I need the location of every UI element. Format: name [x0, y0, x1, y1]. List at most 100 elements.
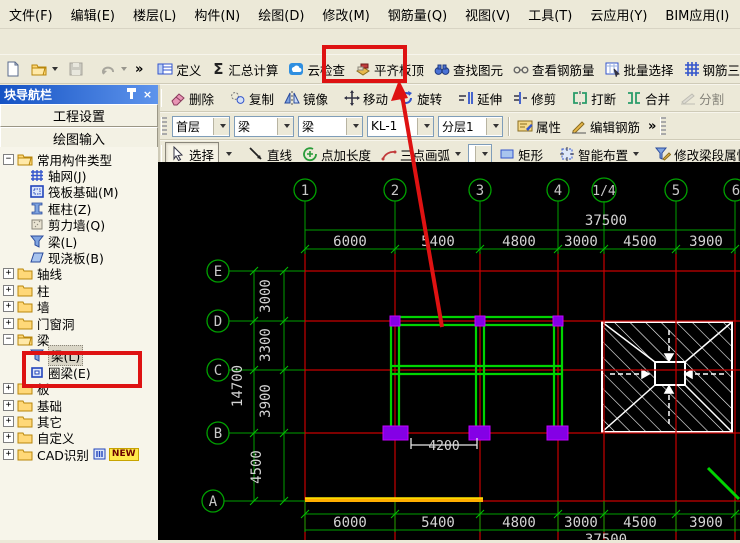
split-button[interactable]: 分割: [675, 86, 729, 111]
subcategory-select[interactable]: 梁: [298, 115, 363, 137]
toolbar-overflow-button[interactable]: »: [645, 119, 659, 134]
view-rebar-button[interactable]: 查看钢筋量: [508, 57, 600, 82]
menu-item-floor[interactable]: 楼层(L): [124, 2, 185, 26]
project-settings-button[interactable]: 工程设置: [0, 104, 158, 127]
menu-item-file[interactable]: 文件(F): [0, 2, 62, 26]
open-file-button[interactable]: [26, 58, 63, 80]
tree-item-openings[interactable]: 门窗洞: [0, 315, 158, 332]
tree-item-column[interactable]: 柱: [0, 282, 158, 299]
expand-icon[interactable]: [3, 317, 14, 329]
menu-item-element[interactable]: 构件(N): [185, 2, 249, 26]
trim-button[interactable]: 修剪: [507, 86, 561, 111]
element-name-select[interactable]: KL-1: [367, 115, 434, 137]
expand-icon[interactable]: [3, 448, 14, 460]
expand-icon[interactable]: [3, 284, 14, 296]
svg-text:5400: 5400: [421, 234, 455, 250]
rotate-button[interactable]: 旋转: [393, 86, 447, 111]
tree-item-axis-grid[interactable]: 轴网(J): [0, 167, 158, 184]
sum-calc-button[interactable]: Σ 汇总计算: [206, 57, 283, 82]
break-button[interactable]: 打断: [567, 86, 621, 111]
expand-icon[interactable]: [3, 301, 14, 313]
new-file-button[interactable]: [0, 58, 26, 80]
toolbar-overflow-button[interactable]: »: [132, 62, 146, 77]
menu-item-view[interactable]: 视图(V): [456, 2, 519, 26]
find-element-button[interactable]: 查找图元: [429, 57, 508, 82]
batch-select-button[interactable]: 批量选择: [600, 57, 679, 82]
tree-item-wall[interactable]: 墙: [0, 299, 158, 315]
drawing-canvas[interactable]: 1 2 3 4 1/4 5 6 E D C B A 37500 6000 5400 480…: [158, 162, 740, 543]
svg-text:37500: 37500: [585, 213, 627, 229]
extend-icon: [459, 92, 473, 104]
tree-item-beam-selected[interactable]: 梁(L): [0, 345, 158, 367]
expand-icon[interactable]: [3, 268, 14, 280]
diagonal-beam[interactable]: [706, 466, 740, 501]
menu-item-tools[interactable]: 工具(T): [519, 2, 581, 26]
collapse-icon[interactable]: [3, 333, 14, 345]
collapse-icon[interactable]: [3, 153, 14, 165]
toolbar-drag-handle[interactable]: [161, 89, 162, 107]
properties-button[interactable]: 属性: [512, 114, 566, 139]
tree-item-other[interactable]: 其它: [0, 413, 158, 430]
category-select[interactable]: 梁: [234, 115, 294, 137]
cloud-check-button[interactable]: 云检查: [283, 57, 350, 82]
close-icon[interactable]: ×: [141, 88, 154, 101]
beam-lines[interactable]: [389, 315, 564, 428]
define-button[interactable]: 定义: [152, 57, 206, 82]
tree-item-frame-column[interactable]: 框柱(Z): [0, 200, 158, 217]
chevron-down-icon[interactable]: [277, 117, 293, 135]
menu-item-cloud[interactable]: 云应用(Y): [581, 2, 656, 26]
toolbar-drag-handle[interactable]: [660, 117, 667, 135]
layer-select[interactable]: 分层1: [438, 115, 503, 137]
arc-icon: [381, 150, 397, 161]
extend-button[interactable]: 延伸: [453, 86, 507, 111]
menu-item-rebar[interactable]: 钢筋量(Q): [379, 2, 456, 26]
edit-toolbar: 删除 复制 镜像 移动 旋转 延伸 修剪 打断 合并 分割 对: [160, 84, 740, 112]
tree-item-beam[interactable]: 梁(L): [0, 233, 158, 250]
copy-button[interactable]: 复制: [225, 86, 279, 111]
expand-icon[interactable]: [3, 399, 14, 411]
mirror-button[interactable]: 镜像: [279, 86, 333, 111]
pin-icon[interactable]: [125, 87, 138, 101]
expand-icon[interactable]: [3, 383, 14, 395]
chevron-down-icon[interactable]: [213, 117, 229, 135]
save-button[interactable]: [63, 58, 89, 80]
tree-item-ring-beam[interactable]: 圈梁(E): [0, 364, 158, 381]
tree-item-slab[interactable]: 板: [0, 380, 158, 397]
tree-item-raft-foundation[interactable]: 筏板基础(M): [0, 184, 158, 200]
toolbar-drag-handle[interactable]: [161, 117, 167, 135]
toolbar-drag-handle[interactable]: [161, 145, 162, 163]
select-dropdown-button[interactable]: [219, 149, 237, 159]
floor-select[interactable]: 首层: [172, 115, 230, 137]
menu-item-edit[interactable]: 编辑(E): [62, 2, 124, 26]
expand-icon[interactable]: [3, 432, 14, 444]
menu-item-draw[interactable]: 绘图(D): [249, 2, 313, 26]
align-button[interactable]: 对: [735, 86, 740, 111]
panel-title-bar[interactable]: 块导航栏 ×: [0, 85, 158, 104]
menu-item-modify[interactable]: 修改(M): [313, 2, 378, 26]
move-button[interactable]: 移动: [339, 86, 393, 111]
chevron-down-icon[interactable]: [486, 117, 502, 135]
delete-button[interactable]: 删除: [165, 86, 219, 111]
cad-drawing: 1 2 3 4 1/4 5 6 E D C B A 37500 6000 5400 480…: [201, 177, 740, 543]
tree-item-foundation[interactable]: 基础: [0, 397, 158, 414]
tree-item-cast-slab[interactable]: 现浇板(B): [0, 249, 158, 266]
merge-button[interactable]: 合并: [621, 86, 675, 111]
menu-item-bim[interactable]: BIM应用(I): [656, 2, 738, 26]
chevron-down-icon[interactable]: [475, 145, 492, 163]
edit-rebar-button[interactable]: 编辑钢筋: [566, 114, 645, 139]
align-slab-top-button[interactable]: 平齐板顶: [350, 57, 429, 82]
folder-icon: [17, 317, 33, 330]
yellow-beam[interactable]: [305, 497, 483, 502]
chevron-down-icon[interactable]: [346, 117, 362, 135]
batch-select-icon: [605, 62, 620, 77]
undo-button[interactable]: [95, 58, 132, 80]
rebar-3d-button[interactable]: 钢筋三维: [679, 57, 740, 82]
tree-item-cad-recognition[interactable]: CAD识别NEW: [0, 446, 158, 463]
tree-item-custom[interactable]: 自定义: [0, 430, 158, 446]
tree-item-axes[interactable]: 轴线: [0, 266, 158, 282]
tree-item-common-types[interactable]: 常用构件类型: [0, 151, 158, 168]
chevron-down-icon[interactable]: [417, 117, 433, 135]
tree-item-shear-wall[interactable]: 剪力墙(Q): [0, 217, 158, 233]
expand-icon[interactable]: [3, 415, 14, 427]
define-icon: [157, 63, 173, 75]
